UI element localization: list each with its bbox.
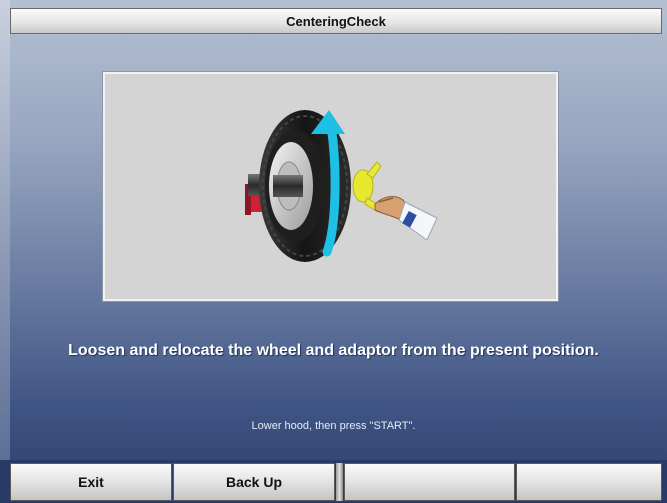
wheel-illustration (245, 110, 438, 262)
back-up-button[interactable]: Back Up (173, 463, 335, 501)
hint-text: Lower hood, then press "START". (251, 420, 416, 432)
wheel-illustration-panel (103, 72, 558, 301)
function-button-3[interactable] (344, 463, 515, 501)
exit-button[interactable]: Exit (10, 463, 172, 501)
footer-divider (336, 463, 343, 501)
hand-icon (374, 196, 438, 241)
function-button-4[interactable] (516, 463, 662, 501)
instruction-text: Loosen and relocate the wheel and adapto… (68, 342, 599, 359)
left-edge-bar (0, 0, 10, 460)
window-title: CenteringCheck (10, 8, 662, 34)
